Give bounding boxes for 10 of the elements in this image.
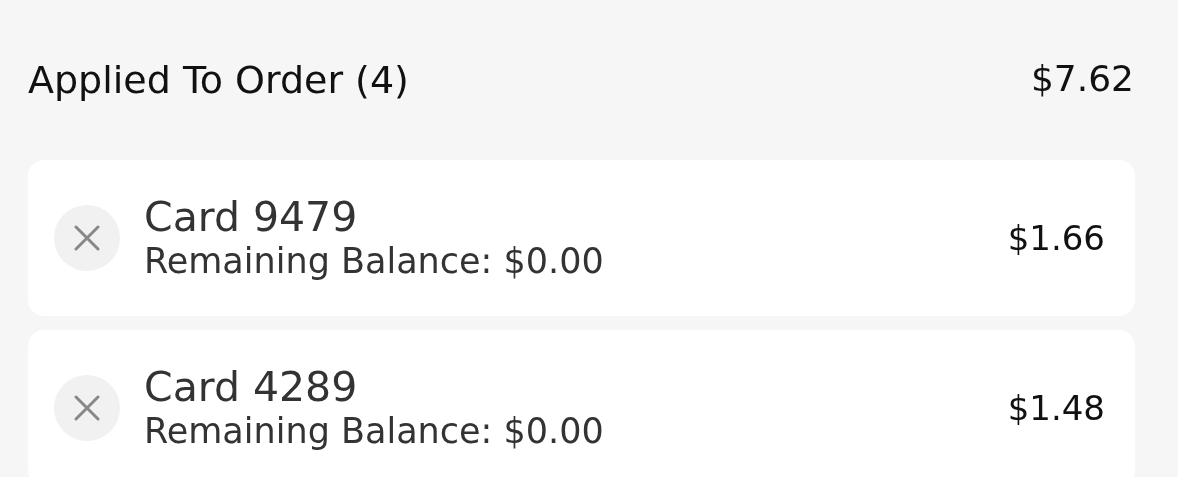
card-amount: $1.48	[1007, 386, 1105, 430]
close-icon	[74, 225, 100, 251]
card-name: Card 4289	[144, 364, 359, 412]
total-amount: $7.62	[1030, 57, 1134, 101]
section-title: Applied To Order (4)	[28, 57, 409, 104]
remaining-balance: Remaining Balance: $0.00	[144, 411, 605, 452]
card-name: Card 9479	[144, 194, 359, 242]
close-icon	[74, 395, 100, 421]
remaining-balance: Remaining Balance: $0.00	[144, 241, 605, 282]
card-amount: $1.66	[1007, 216, 1105, 260]
